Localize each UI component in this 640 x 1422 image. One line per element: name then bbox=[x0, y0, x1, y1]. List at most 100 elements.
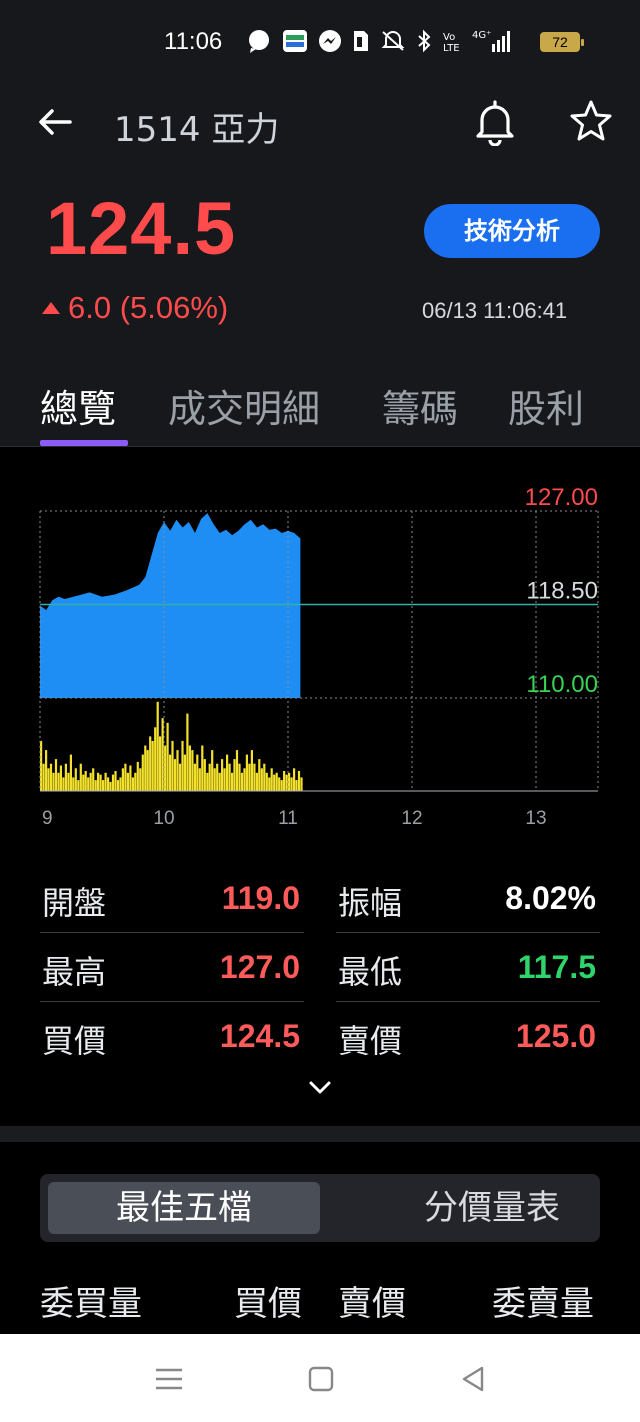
intraday-chart[interactable]: 127.00 118.50 110.00 9 10 11 12 13 bbox=[0, 448, 640, 838]
battery-icon: 72 bbox=[540, 32, 584, 52]
volume-bar bbox=[201, 745, 204, 791]
arrow-left-icon bbox=[39, 109, 72, 135]
volume-bar bbox=[161, 718, 164, 791]
quote-row: 開盤 119.0 振幅 8.02% bbox=[40, 864, 600, 933]
volume-bar bbox=[290, 777, 293, 792]
quote-value: 127.0 bbox=[219, 949, 300, 985]
volume-bar bbox=[119, 777, 122, 792]
volume-bar bbox=[87, 777, 90, 792]
volume-bar bbox=[151, 740, 154, 791]
volume-bar bbox=[188, 745, 191, 791]
volume-bar bbox=[134, 772, 137, 791]
volume-bar bbox=[226, 754, 229, 791]
volume-bar bbox=[293, 768, 296, 792]
tab-trade-details[interactable]: 成交明細 bbox=[168, 378, 320, 433]
back-nav-button[interactable] bbox=[456, 1362, 490, 1396]
favorite-button[interactable] bbox=[566, 98, 616, 146]
y-axis-label: 118.50 bbox=[526, 578, 598, 605]
volume-bar bbox=[250, 750, 253, 792]
volte-icon: Vo LTE bbox=[442, 29, 462, 57]
volume-bar bbox=[193, 763, 196, 791]
volume-bar bbox=[300, 777, 303, 792]
x-axis-label: 10 bbox=[153, 808, 174, 829]
orderbook-segment: 最佳五檔 分價量表 bbox=[40, 1174, 600, 1242]
volume-bar bbox=[149, 736, 152, 791]
svg-text:4G⁺: 4G⁺ bbox=[472, 30, 491, 41]
system-nav-bar bbox=[0, 1334, 640, 1422]
divider bbox=[0, 446, 640, 447]
messenger-icon bbox=[318, 29, 342, 57]
volume-bar bbox=[268, 777, 271, 792]
signal-4g-icon: 4G⁺ bbox=[472, 28, 512, 58]
quote-ask: 賣價 125.0 bbox=[336, 1002, 600, 1071]
alert-button[interactable] bbox=[472, 98, 518, 147]
quote-row: 買價 124.5 賣價 125.0 bbox=[40, 1002, 600, 1071]
volume-bar bbox=[131, 777, 134, 792]
volume-bar bbox=[114, 771, 117, 791]
volume-bar bbox=[243, 768, 246, 792]
volume-bar bbox=[111, 774, 115, 791]
volume-bar bbox=[285, 774, 288, 791]
volume-bar bbox=[228, 763, 231, 791]
home-button[interactable] bbox=[304, 1362, 338, 1396]
square-icon bbox=[308, 1366, 334, 1392]
volume-bar bbox=[253, 763, 256, 791]
volume-bar bbox=[69, 754, 72, 791]
volume-bar bbox=[89, 772, 92, 791]
volume-bar bbox=[129, 765, 132, 791]
volume-bar bbox=[144, 745, 147, 791]
volume-bar bbox=[223, 768, 226, 792]
volume-bar bbox=[141, 754, 144, 791]
volume-bar bbox=[166, 722, 169, 792]
volume-bar bbox=[126, 772, 129, 791]
volume-bar bbox=[97, 772, 100, 791]
volume-bar bbox=[240, 772, 244, 791]
volume-bar bbox=[104, 772, 107, 791]
tab-chips[interactable]: 籌碼 bbox=[382, 378, 458, 433]
current-price: 124.5 bbox=[46, 187, 237, 270]
segment-price-volume[interactable]: 分價量表 bbox=[356, 1182, 628, 1234]
x-axis-label: 13 bbox=[525, 808, 546, 829]
volume-bar bbox=[173, 759, 177, 791]
tab-overview[interactable]: 總覽 bbox=[40, 378, 116, 433]
volume-bar bbox=[67, 772, 70, 791]
volume-bar bbox=[216, 763, 219, 791]
quote-bid: 買價 124.5 bbox=[40, 1002, 304, 1071]
stock-title: 1514 亞力 bbox=[114, 110, 280, 150]
menu-button[interactable] bbox=[152, 1362, 186, 1396]
tab-dividend[interactable]: 股利 bbox=[508, 378, 584, 433]
volume-bar bbox=[84, 771, 87, 791]
volume-bar bbox=[238, 763, 241, 791]
volume-bar bbox=[146, 750, 149, 792]
app-icon bbox=[282, 29, 308, 57]
segment-best-five[interactable]: 最佳五檔 bbox=[48, 1182, 320, 1234]
volume-bar bbox=[171, 740, 174, 791]
y-axis-label: 110.00 bbox=[526, 671, 598, 698]
volume-bar bbox=[270, 768, 273, 792]
volume-bar bbox=[183, 754, 186, 791]
volume-bar bbox=[92, 768, 95, 792]
quote-label: 買價 bbox=[42, 1022, 107, 1060]
volume-bar bbox=[47, 768, 50, 792]
quote-value: 8.02% bbox=[505, 880, 596, 916]
svg-text:LTE: LTE bbox=[443, 43, 460, 53]
expand-button[interactable] bbox=[304, 1074, 336, 1102]
volume-bar bbox=[255, 772, 258, 791]
back-button[interactable] bbox=[34, 100, 78, 144]
price-change: 6.0 (5.06%) bbox=[42, 290, 228, 326]
volume-bar bbox=[221, 759, 224, 791]
volume-bar bbox=[275, 772, 278, 791]
volume-bar bbox=[74, 768, 77, 792]
status-bar: 11:06 Vo LTE 4G⁺ 72 bbox=[0, 0, 640, 86]
volume-bar bbox=[82, 774, 85, 791]
volume-bar bbox=[94, 780, 97, 791]
volume-bar bbox=[42, 763, 45, 791]
volume-bar bbox=[116, 780, 120, 791]
quote-label: 振幅 bbox=[338, 884, 403, 922]
volume-bar bbox=[181, 740, 184, 791]
volume-bar bbox=[59, 765, 62, 791]
header-bid-volume: 委買量 bbox=[40, 1284, 142, 1324]
volume-bar bbox=[40, 740, 43, 791]
technical-analysis-button[interactable]: 技術分析 bbox=[424, 204, 600, 258]
tab-bar: 總覽 成交明細 籌碼 股利 bbox=[0, 378, 640, 446]
